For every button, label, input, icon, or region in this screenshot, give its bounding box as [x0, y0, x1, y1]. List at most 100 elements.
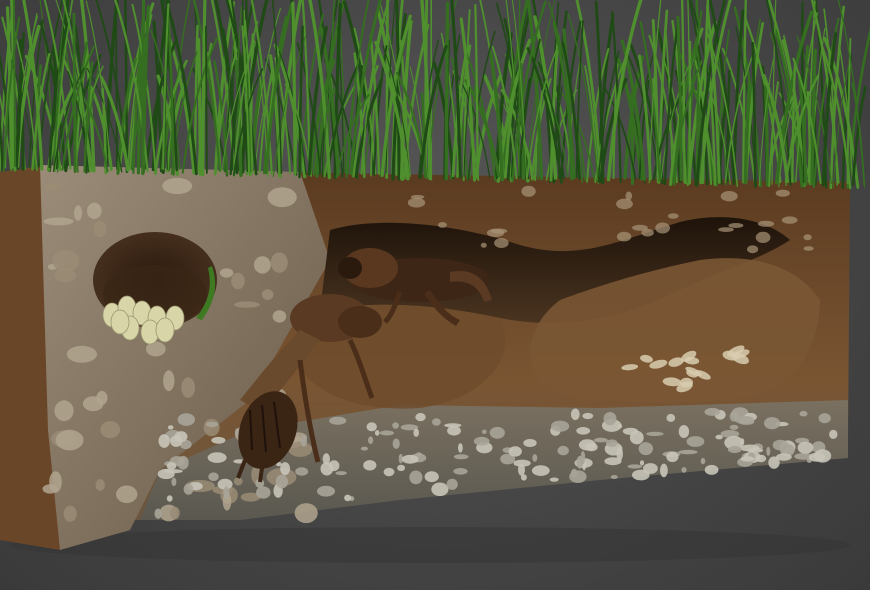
pebble: [622, 427, 639, 435]
stone: [42, 183, 61, 191]
stone: [82, 396, 104, 412]
pebble: [280, 462, 291, 476]
stone: [720, 191, 738, 202]
pebble: [764, 417, 781, 430]
pebble: [383, 467, 395, 477]
stone: [43, 217, 74, 226]
stone: [87, 202, 102, 219]
pebble: [646, 431, 664, 436]
stone: [54, 400, 74, 422]
stone: [803, 246, 814, 251]
pebble: [638, 442, 653, 456]
pebble: [166, 495, 173, 502]
egg: [155, 317, 175, 343]
pebble: [360, 446, 368, 451]
pebble: [171, 477, 177, 487]
pebble: [729, 424, 739, 430]
pebble: [317, 485, 335, 497]
pebble: [223, 486, 230, 500]
pebble: [415, 413, 426, 422]
pebble: [799, 410, 808, 417]
pebble: [727, 445, 742, 454]
pebble: [513, 459, 531, 467]
pebble: [207, 452, 227, 463]
pebble: [392, 438, 400, 449]
stone: [803, 234, 812, 241]
pebble: [392, 422, 399, 429]
pebble: [797, 441, 814, 454]
pebble: [458, 443, 463, 453]
pebble: [431, 482, 449, 497]
pebble: [211, 436, 226, 444]
egg: [110, 309, 130, 335]
pebble: [766, 446, 771, 456]
ground-shadow: [10, 527, 850, 563]
pebble: [481, 429, 487, 434]
pebble: [275, 474, 288, 489]
grass-blade: [196, 38, 203, 176]
pebble: [755, 454, 767, 463]
pebble: [604, 457, 622, 466]
pebble: [523, 439, 537, 447]
pebble: [557, 445, 569, 456]
pebble: [413, 428, 420, 437]
stone: [755, 231, 771, 243]
pebble: [772, 439, 789, 451]
stone: [162, 177, 193, 195]
stone: [100, 421, 121, 439]
stone: [718, 227, 734, 233]
stone: [407, 197, 426, 208]
pebble: [177, 413, 195, 426]
pebble: [610, 475, 618, 479]
pebble: [397, 464, 406, 472]
pebble: [593, 437, 608, 443]
pebble: [549, 477, 559, 482]
pebble: [322, 453, 330, 465]
grass-blade: [474, 3, 479, 181]
stone: [410, 194, 425, 200]
stone: [616, 231, 632, 242]
pebble: [154, 508, 162, 519]
pebble: [639, 460, 645, 466]
pebble: [747, 447, 764, 453]
pebble: [569, 470, 587, 483]
pebble: [531, 465, 550, 476]
pebble: [532, 454, 538, 462]
grass-blade: [205, 25, 208, 174]
stone: [170, 506, 180, 520]
pebble: [446, 478, 458, 490]
pebble: [363, 460, 377, 471]
stone: [270, 252, 288, 273]
grass-blade: [518, 0, 521, 177]
stone: [231, 272, 245, 290]
stone: [66, 345, 97, 363]
pebble: [643, 463, 658, 474]
pebble: [453, 468, 468, 475]
stone: [55, 429, 84, 451]
pebble: [366, 422, 377, 432]
grass-blade: [444, 1, 450, 181]
stone: [52, 250, 80, 272]
stone: [486, 228, 505, 238]
stone: [163, 370, 175, 392]
pebble: [453, 454, 469, 460]
stone: [775, 189, 790, 197]
pebble: [208, 472, 219, 482]
pebble: [704, 464, 719, 475]
stone: [233, 301, 260, 308]
pebble: [582, 412, 594, 420]
pebble: [170, 435, 183, 447]
pebble: [776, 453, 792, 461]
pebble: [678, 425, 690, 438]
pebble: [570, 408, 580, 421]
grass-blade: [291, 1, 297, 175]
stone: [728, 223, 744, 228]
stone: [63, 505, 77, 522]
pebble: [666, 451, 679, 463]
stone: [95, 479, 105, 491]
pebble: [740, 456, 755, 462]
stone: [494, 238, 509, 248]
pebble: [205, 421, 219, 427]
pebble: [473, 436, 490, 446]
pebble: [379, 430, 394, 436]
